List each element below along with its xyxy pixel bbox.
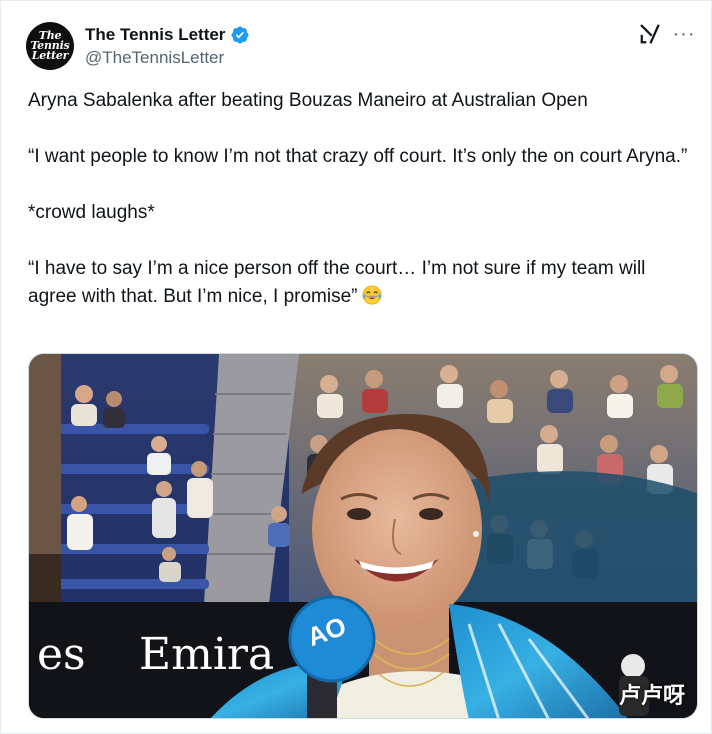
tweet-paragraph-1: Aryna Sabalenka after beating Bouzas Man… [28, 90, 588, 111]
tweet-text: Aryna Sabalenka after beating Bouzas Man… [28, 87, 698, 311]
author-name-row: The Tennis Letter [85, 24, 250, 46]
tweet-top-actions: ··· [639, 23, 695, 45]
more-options-icon[interactable]: ··· [673, 23, 695, 45]
author-avatar[interactable]: The Tennis Letter [26, 22, 74, 70]
tweet-paragraph-3: *crowd laughs* [28, 202, 155, 223]
avatar-text-line-3: Letter [31, 49, 69, 62]
tweet-media-photo[interactable]: es Emira AO 卢卢呀 [28, 353, 698, 719]
grok-icon[interactable] [639, 23, 661, 45]
tweet-paragraph-4-text: “I have to say I’m a nice person off the… [28, 258, 646, 307]
watermark-text: 卢卢呀 [618, 683, 685, 708]
verified-badge-icon [230, 25, 250, 45]
author-display-name[interactable]: The Tennis Letter [85, 25, 225, 45]
tears-of-joy-emoji-icon [361, 284, 383, 306]
tweet-paragraph-4: “I have to say I’m a nice person off the… [28, 255, 698, 311]
banner-prefix-text: es [37, 629, 86, 680]
tweet-card: The Tennis Letter The Tennis Letter @The… [0, 0, 712, 734]
tweet-paragraph-2: “I want people to know I’m not that craz… [28, 146, 688, 167]
banner-sponsor-text: Emira [139, 629, 274, 680]
author-handle[interactable]: @TheTennisLetter [85, 48, 224, 68]
